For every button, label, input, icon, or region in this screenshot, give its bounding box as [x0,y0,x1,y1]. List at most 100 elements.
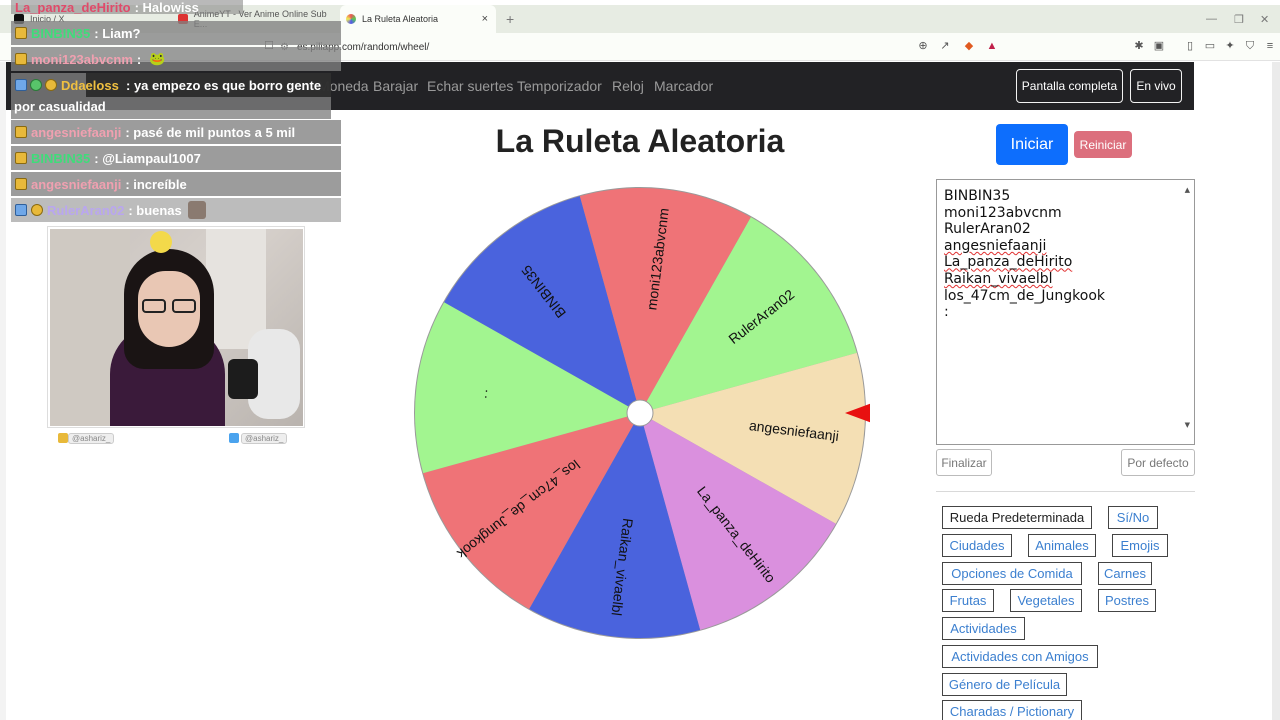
bits-badge-icon [45,79,57,91]
name-line: La_panza_deHirito [944,254,1073,271]
finish-button[interactable]: Finalizar [936,449,992,476]
rewards-icon[interactable]: ▲ [985,39,999,53]
webcam-feed [50,229,303,426]
glasses-left [142,299,166,313]
sidebar-icon[interactable]: ▯ [1183,39,1197,53]
name-line: los_47cm_de_Jungkook [944,287,1106,304]
chat-text: : Halowiss [134,0,199,14]
preset-activities[interactable]: Actividades [942,617,1025,640]
spin-wheel[interactable]: RulerAran02angesniefaanjiLa_panza_deHiri… [410,175,870,655]
glasses-right [172,299,196,313]
preset-desserts[interactable]: Postres [1098,589,1156,612]
default-button[interactable]: Por defecto [1121,449,1195,476]
chat-message: BINBIN35 : @Liampaul1007 [11,146,341,170]
nav-link-reloj[interactable]: Reloj [612,78,644,94]
name-line: RulerAran02 [944,221,1031,238]
chat-text: : @Liampaul1007 [94,150,201,166]
new-tab-button[interactable]: + [506,11,514,27]
chat-message: La_panza_deHirito : Halowiss [11,0,243,14]
address-bar[interactable]: ⚙ es.piliapp.com/random/wheel/ [280,36,1010,58]
wheel-favicon-icon [346,14,356,24]
divider [936,491,1195,492]
page-left-edge [0,62,6,720]
extensions-icon[interactable]: ✱ [1132,39,1146,53]
share-icon[interactable]: ↗ [938,39,952,53]
preset-emojis[interactable]: Emojis [1112,534,1168,557]
chat-message: angesniefaanji : increíble [11,172,341,196]
preset-yes-no[interactable]: Sí/No [1108,506,1158,529]
tab-ruleta[interactable]: La Ruleta Aleatoria × [340,5,496,33]
chat-username: moni123abvcnm [31,51,133,67]
page-title: La Ruleta Aleatoria [495,123,785,159]
name-line: angesniefaanji [944,237,1047,254]
chat-username: angesniefaanji [31,176,122,192]
chat-text: : increíble [125,176,187,192]
wallet-icon[interactable]: ▭ [1203,39,1217,53]
chat-message: moni123abvcnm : 🐸 [11,47,341,71]
chat-message: angesniefaanji : pasé de mil puntos a 5 … [11,120,341,144]
subscriber-badge-icon [15,126,27,138]
emote-icon [187,201,206,219]
chat-text: : buenas [128,202,182,218]
chat-text: : pasé de mil puntos a 5 mil [125,124,296,140]
chat-username: Ddaeloss [61,78,119,93]
names-textarea[interactable]: BINBIN35 moni123abvcnm RulerAran02 anges… [936,179,1195,445]
name-line: BINBIN35 [944,188,1011,204]
fullscreen-button[interactable]: Pantalla completa [1016,69,1123,103]
chat-message: BINBIN35 : Liam? [11,21,341,45]
nav-link-marcador[interactable]: Marcador [654,78,713,94]
nav-link-barajar[interactable]: Barajar [373,78,418,94]
preset-fruits[interactable]: Frutas [942,589,994,612]
zoom-icon[interactable]: ⊕ [916,39,930,53]
maximize-icon[interactable]: ❐ [1234,13,1244,26]
chat-username: angesniefaanji [31,124,122,140]
preset-cities[interactable]: Ciudades [942,534,1012,557]
scroll-up-icon[interactable]: ▲ [1185,182,1190,199]
microphone [228,359,258,399]
chat-text: : [136,51,142,67]
preset-activities-friends[interactable]: Actividades con Amigos [942,645,1098,668]
vpn-icon[interactable]: ⛉ [1243,39,1257,53]
tab-label: La Ruleta Aleatoria [362,14,439,24]
chat-message: RulerAran02 : buenas [11,198,341,222]
preset-meats[interactable]: Carnes [1098,562,1152,585]
preset-vegetables[interactable]: Vegetales [1010,589,1082,612]
nav-link-temporizador[interactable]: Temporizador [517,78,602,94]
scroll-down-icon[interactable]: ▼ [1185,417,1190,434]
start-button[interactable]: Iniciar [996,124,1068,165]
preset-charades[interactable]: Charadas / Pictionary [942,700,1082,720]
live-button[interactable]: En vivo [1130,69,1182,103]
minimize-icon[interactable]: — [1206,13,1217,25]
window-close-icon[interactable]: ✕ [1260,13,1269,26]
subscriber-badge-icon [15,27,27,39]
verified-badge-icon [30,79,42,91]
twitter-icon [229,433,239,443]
chat-username: La_panza_deHirito [15,0,131,14]
page-scrollbar[interactable] [1272,62,1280,720]
chat-text: : Liam? [94,25,141,41]
screenshot-icon[interactable]: ▣ [1152,39,1166,53]
subscriber-badge-icon [15,178,27,190]
chat-text: : ya empezo es que borro gente [126,78,322,93]
moderator-badge-icon [15,204,27,216]
menu-icon[interactable]: ≡ [1263,39,1277,53]
chat-username: BINBIN35 [31,150,91,166]
social-handle: @ashariz_ [241,433,288,444]
reset-button[interactable]: Reiniciar [1074,131,1132,158]
leo-icon[interactable]: ✦ [1223,39,1237,53]
emote-icon: 🐸 [149,51,166,66]
page-right-margin [1194,62,1280,720]
name-line: : [944,304,949,321]
duck-toy [150,231,172,253]
brave-shield-icon[interactable]: ◆ [962,39,976,53]
preset-movie-genre[interactable]: Género de Película [942,673,1067,696]
preset-default-wheel[interactable]: Rueda Predeterminada [942,506,1092,529]
nav-link-echar-suertes[interactable]: Echar suertes [427,78,513,94]
social-icon [58,433,68,443]
chat-username: RulerAran02 [47,202,125,218]
preset-food[interactable]: Opciones de Comida [942,562,1082,585]
name-line: moni123abvcnm [944,204,1062,221]
social-handle: @ashariz_ [68,433,115,444]
close-tab-icon[interactable]: × [482,13,488,25]
preset-animals[interactable]: Animales [1028,534,1096,557]
